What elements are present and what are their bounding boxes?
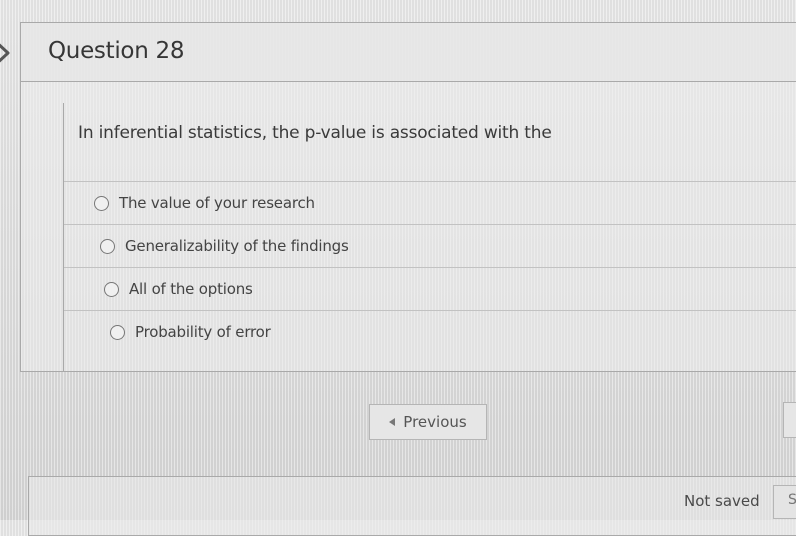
answer-option[interactable]: Generalizability of the findings: [64, 224, 796, 267]
answer-option[interactable]: The value of your research: [64, 181, 796, 224]
answer-option[interactable]: Probability of error: [64, 310, 796, 353]
question-prompt: In inferential statistics, the p-value i…: [78, 123, 552, 143]
question-header: Question 28: [21, 23, 796, 82]
answer-label[interactable]: The value of your research: [119, 194, 315, 212]
footer-bar: [28, 476, 796, 536]
triangle-left-icon: [389, 418, 396, 426]
radio-button[interactable]: [104, 281, 119, 297]
collapse-arrow-icon[interactable]: [0, 36, 20, 70]
answer-option[interactable]: All of the options: [64, 267, 796, 310]
save-status: Not saved: [684, 492, 760, 510]
radio-button[interactable]: [110, 324, 125, 340]
question-title: Question 28: [48, 38, 185, 64]
question-panel: Question 28 In inferential statistics, t…: [20, 22, 796, 372]
previous-button-label: Previous: [403, 413, 467, 431]
radio-button[interactable]: [94, 195, 109, 211]
answer-list: The value of your research Generalizabil…: [64, 181, 796, 353]
radio-button[interactable]: [100, 238, 115, 254]
save-button[interactable]: S: [773, 485, 796, 519]
answer-label[interactable]: Generalizability of the findings: [125, 237, 349, 255]
question-body: In inferential statistics, the p-value i…: [63, 103, 796, 372]
previous-button[interactable]: Previous: [369, 404, 487, 440]
answer-label[interactable]: All of the options: [129, 280, 253, 298]
next-button[interactable]: [783, 402, 796, 438]
answer-label[interactable]: Probability of error: [135, 323, 271, 341]
